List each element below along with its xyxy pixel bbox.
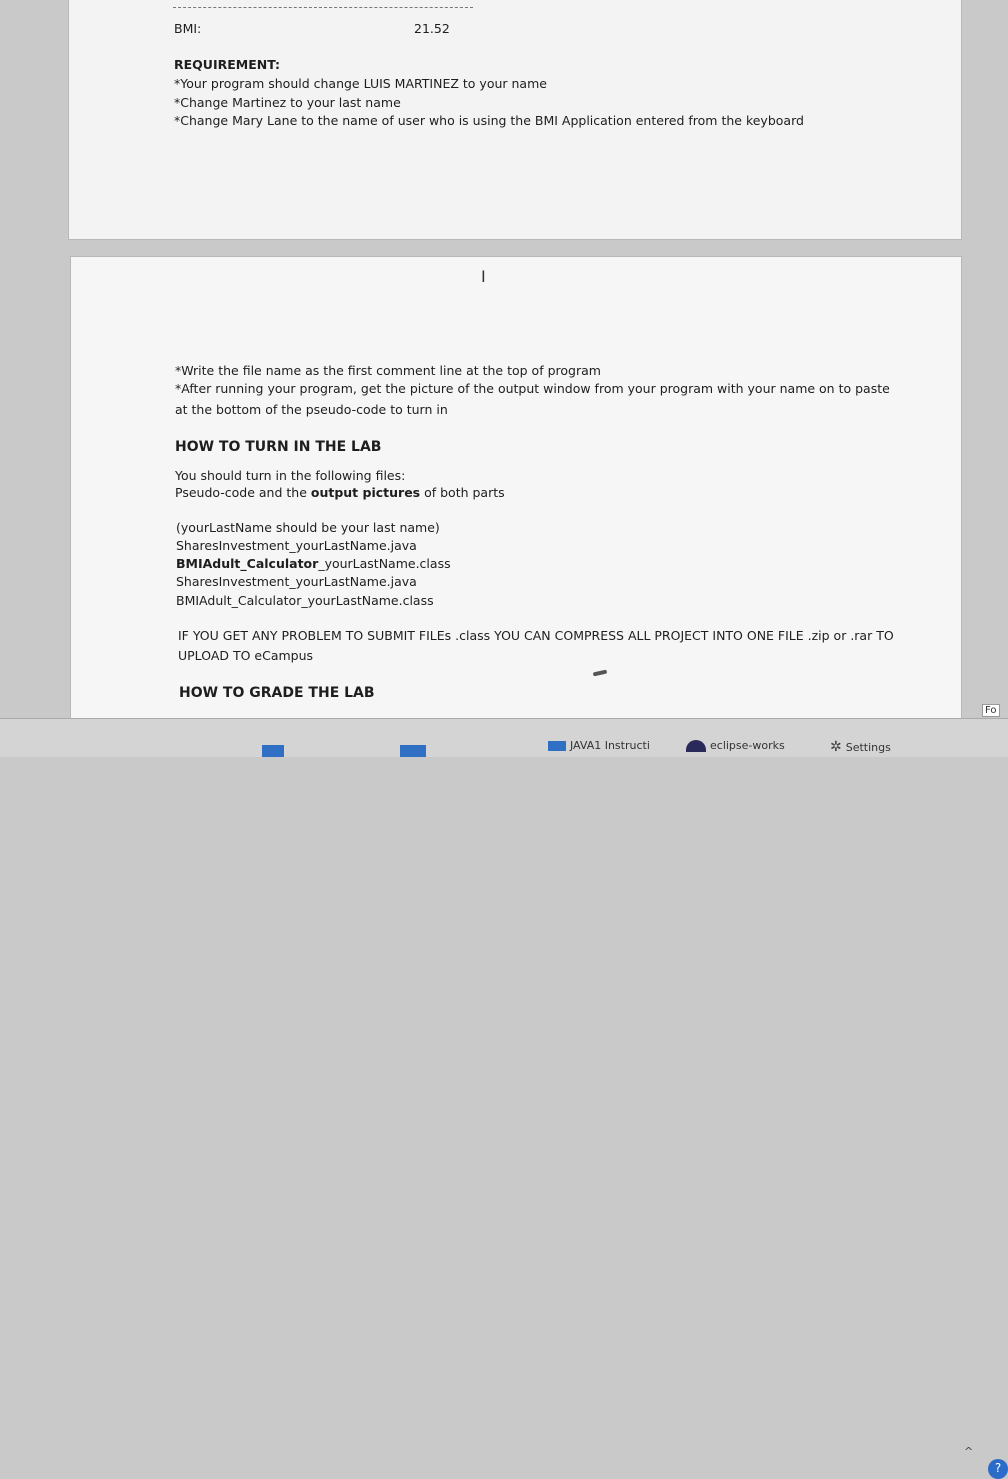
taskbar-item-settings[interactable]: ✲ Settings bbox=[830, 739, 891, 755]
app-taskbar-icon[interactable] bbox=[262, 745, 284, 757]
requirement-line-3: *Change Mary Lane to the name of user wh… bbox=[174, 113, 804, 128]
instruction-line-3: at the bottom of the pseudo-code to turn… bbox=[175, 402, 448, 417]
turn-in-line-1: You should turn in the following files: bbox=[175, 468, 406, 483]
taskbar-item-eclipse[interactable]: eclipse-works bbox=[686, 739, 785, 752]
chevron-up-icon[interactable]: ^ bbox=[964, 1445, 973, 1458]
gear-icon: ✲ bbox=[830, 739, 842, 755]
turn-in-line-2: Pseudo-code and the output pictures of b… bbox=[175, 485, 505, 500]
taskbar: JAVA1 Instructi eclipse-works ✲ Settings … bbox=[0, 718, 1008, 1479]
find-button[interactable]: Fo bbox=[982, 704, 1000, 717]
help-icon[interactable]: ? bbox=[988, 1459, 1008, 1479]
requirement-heading: REQUIREMENT: bbox=[174, 57, 281, 72]
problem-line-1: IF YOU GET ANY PROBLEM TO SUBMIT FILEs .… bbox=[178, 628, 894, 643]
bmi-label: BMI: bbox=[174, 21, 202, 36]
grade-heading: HOW TO GRADE THE LAB bbox=[179, 685, 375, 701]
file-item-1: SharesInvestment_yourLastName.java bbox=[176, 538, 417, 553]
document-page-top: BMI: 21.52 REQUIREMENT: *Your program sh… bbox=[68, 0, 962, 240]
document-page-bottom: I *Write the file name as the first comm… bbox=[70, 256, 962, 720]
app-taskbar-icon[interactable] bbox=[400, 745, 426, 757]
file-item-4: BMIAdult_Calculator_yourLastName.class bbox=[176, 593, 434, 608]
requirement-line-1: *Your program should change LUIS MARTINE… bbox=[174, 76, 547, 91]
lastname-note: (yourLastName should be your last name) bbox=[176, 520, 440, 535]
taskbar-item-java[interactable]: JAVA1 Instructi bbox=[548, 739, 650, 752]
problem-line-2: UPLOAD TO eCampus bbox=[178, 648, 314, 663]
file-item-2: BMIAdult_Calculator_yourLastName.class bbox=[176, 556, 451, 571]
smudge-mark bbox=[592, 669, 608, 677]
eclipse-icon bbox=[686, 740, 706, 752]
text-cursor-icon: I bbox=[481, 267, 486, 286]
word-icon bbox=[548, 741, 566, 751]
bmi-value: 21.52 bbox=[414, 21, 450, 36]
separator-line bbox=[173, 7, 473, 8]
instruction-line-2: *After running your program, get the pic… bbox=[175, 381, 890, 396]
requirement-line-2: *Change Martinez to your last name bbox=[174, 95, 401, 110]
file-item-3: SharesInvestment_yourLastName.java bbox=[176, 574, 417, 589]
instruction-line-1: *Write the file name as the first commen… bbox=[175, 363, 601, 378]
turn-in-heading: HOW TO TURN IN THE LAB bbox=[175, 439, 382, 455]
